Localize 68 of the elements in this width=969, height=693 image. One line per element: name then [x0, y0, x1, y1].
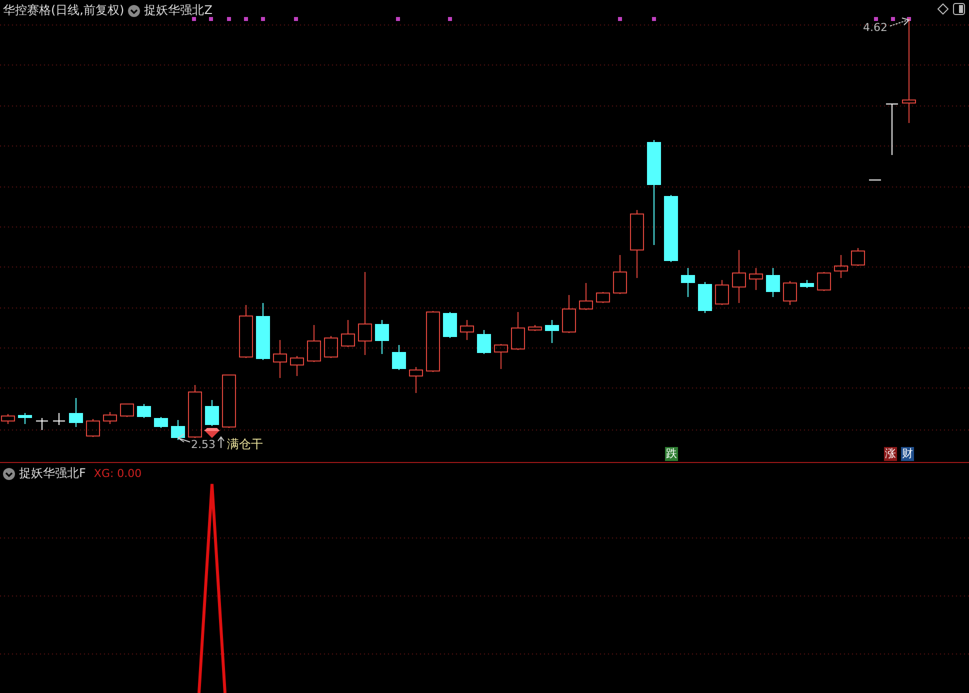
candlestick: [749, 268, 763, 290]
candlestick: [375, 320, 389, 354]
diamond-icon[interactable]: [937, 3, 949, 15]
candlestick: [732, 250, 746, 304]
dropdown-icon[interactable]: [128, 4, 140, 16]
candlestick: [307, 324, 321, 362]
dropdown-icon[interactable]: [3, 468, 15, 480]
candlestick: [18, 412, 32, 424]
candlestick: [290, 356, 304, 376]
candlestick: [1, 414, 15, 424]
candlestick: [562, 294, 576, 334]
signal-text: 满仓干: [227, 437, 263, 451]
candlestick: [630, 210, 644, 278]
candlestick: [426, 310, 440, 372]
gem-icon: [204, 428, 220, 438]
candlestick: [664, 194, 678, 262]
candlestick: [698, 282, 712, 314]
candlestick: [528, 324, 542, 332]
candlestick: [239, 304, 253, 358]
low-price-label: 2.53: [191, 438, 216, 451]
candlestick: [205, 400, 219, 426]
candlestick: [766, 268, 780, 298]
signal-tag: 涨: [884, 447, 897, 461]
candlestick: [36, 418, 48, 430]
indicator-reading: XG: 0.00: [94, 467, 142, 480]
candlestick: [86, 418, 100, 438]
candlestick: [886, 104, 898, 156]
chart-title: 华控赛格(日线,前复权): [3, 2, 124, 19]
candlestick: [171, 420, 185, 440]
candlestick: [681, 268, 695, 298]
candlestick: [596, 292, 610, 304]
candlestick: [477, 330, 491, 354]
candlestick: [69, 398, 83, 428]
candlestick: [409, 366, 423, 394]
candlestick: [154, 416, 168, 428]
candlestick: [392, 344, 406, 370]
candlestick: [341, 320, 355, 348]
candlestick: [324, 336, 338, 358]
candlestick: [494, 344, 508, 370]
indicator-name: 捉妖华强北F: [19, 465, 86, 482]
candlestick: [613, 254, 627, 294]
candlestick: [188, 384, 202, 438]
candlestick: [545, 320, 559, 344]
candlestick: [783, 280, 797, 306]
candlestick: [103, 412, 117, 424]
candlestick: [222, 374, 236, 428]
candlestick: [817, 272, 831, 292]
candlestick: [52, 412, 66, 426]
panel-toggle-icon[interactable]: [953, 3, 965, 15]
candlestick: [579, 282, 593, 310]
candlestick: [137, 404, 151, 418]
left-arrow-icon: [178, 434, 190, 442]
candlestick: [443, 312, 457, 338]
candlestick: [511, 312, 525, 350]
up-arrow-icon: [218, 436, 224, 448]
candlestick: [460, 320, 474, 340]
candlestick: [715, 280, 729, 306]
signal-tag: 跌: [665, 447, 678, 461]
signal-tag: 财: [901, 447, 914, 461]
candlestick: [851, 248, 865, 266]
indicator-name: 捉妖华强北Z: [144, 2, 212, 19]
high-price-label: 4.62: [863, 21, 888, 34]
arrow-icon: [890, 18, 910, 26]
candlestick: [120, 404, 134, 418]
candlestick: [273, 340, 287, 378]
candlestick: [834, 254, 848, 278]
candlestick: [256, 302, 270, 360]
candlestick: [800, 280, 814, 288]
